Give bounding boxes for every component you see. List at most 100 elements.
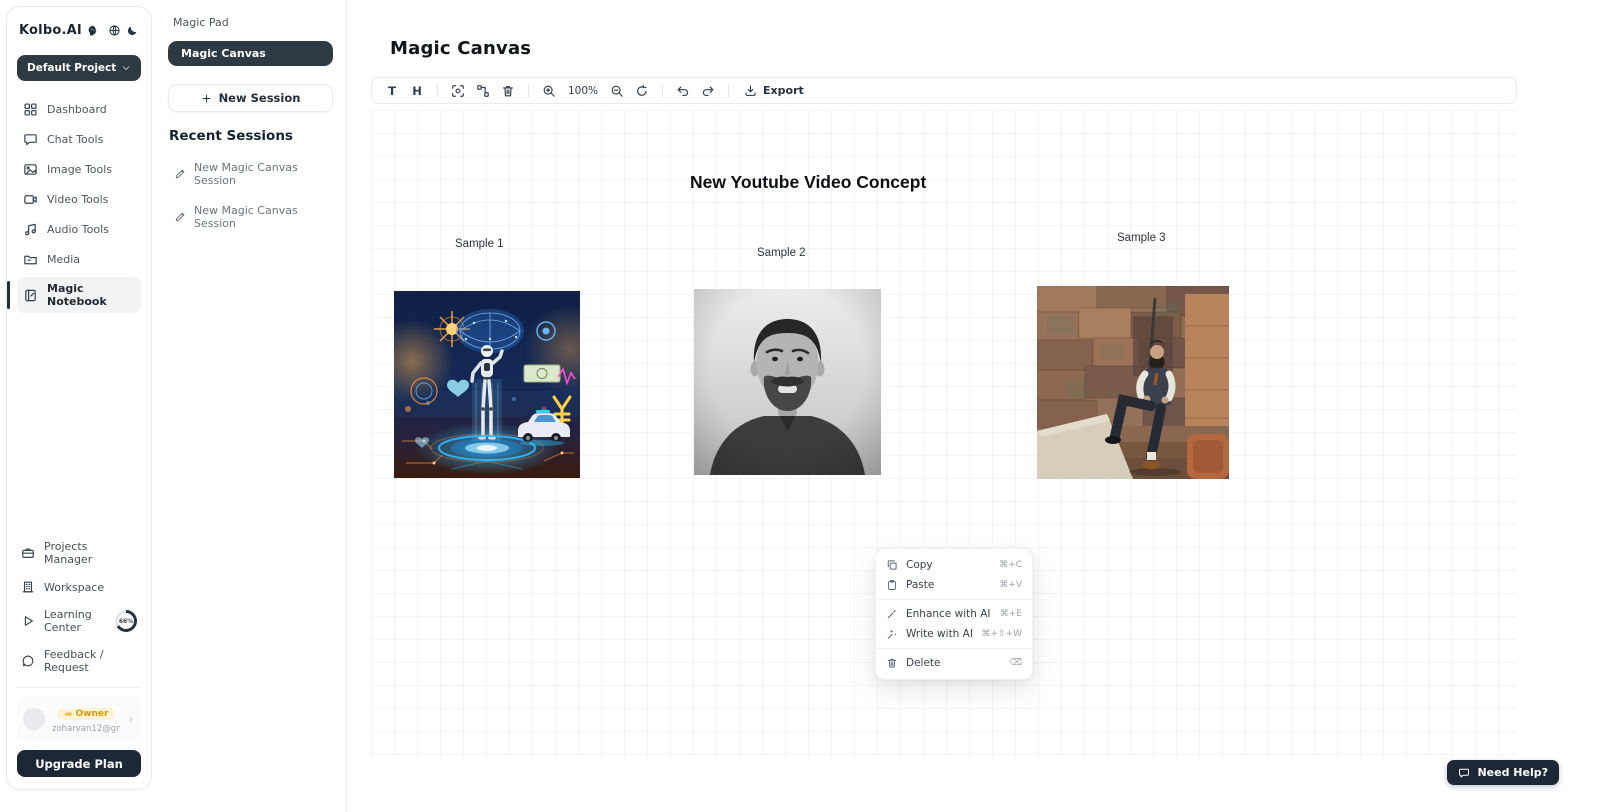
trash-icon [886,657,898,669]
magic-canvas-grid[interactable]: New Youtube Video Concept Sample 1 Sampl… [371,110,1517,758]
primary-sidebar: Kolbo.AI Default Project Dashboard Chat … [6,6,152,790]
learning-progress-value: 66% [118,613,134,629]
insert-image-button[interactable] [447,80,469,101]
menu-item-label: Copy [906,559,933,571]
sidebar-item-dashboard[interactable]: Dashboard [17,97,141,122]
learning-progress-ring: 66% [115,610,137,632]
context-menu-copy[interactable]: Copy ⌘+C [876,555,1032,575]
sidebar-item-image-tools[interactable]: Image Tools [17,157,141,182]
sidebar-item-chat-tools[interactable]: Chat Tools [17,127,141,152]
project-selector[interactable]: Default Project [17,55,141,81]
sidebar-item-learning-center[interactable]: Learning Center 66% [17,605,141,637]
recent-session-label: New Magic Canvas Session [194,161,327,187]
dashboard-icon [23,102,38,117]
sidebar-item-label: Feedback / Request [44,648,137,674]
globe-icon [108,24,121,37]
crown-icon [64,709,73,718]
project-selector-label: Default Project [27,62,116,74]
zoom-in-button[interactable] [538,80,560,101]
toolbar-separator [662,84,663,98]
magic-canvas-item[interactable]: Magic Canvas [168,41,333,66]
shortcut-label: ⌘+⇧+W [981,629,1022,639]
user-email: zoharvan12@gmail.com [52,724,120,734]
briefcase-icon [21,546,35,560]
reset-view-button[interactable] [631,80,653,101]
menu-item-label: Write with AI [906,628,973,640]
connector-tool-button[interactable] [472,80,494,101]
context-menu-delete[interactable]: Delete ⌫ [876,653,1032,673]
sidebar-item-label: Chat Tools [47,133,103,146]
sidebar-item-projects-manager[interactable]: Projects Manager [17,537,141,569]
sidebar-nav: Dashboard Chat Tools Image Tools Video T… [17,97,141,313]
shortcut-label: ⌘+E [1000,609,1022,619]
menu-divider [876,648,1032,649]
context-menu: Copy ⌘+C Paste⌘+V Enhance with AI⌘+E Writ… [875,548,1033,680]
role-badge-label: Owner [76,709,109,719]
canvas-heading[interactable]: New Youtube Video Concept [690,172,926,193]
sidebar-item-label: Workspace [44,581,104,594]
need-help-button[interactable]: Need Help? [1447,760,1559,785]
new-session-button[interactable]: New Session [168,84,333,112]
recent-session-item[interactable]: New Magic Canvas Session [168,161,333,187]
heading-tool-button[interactable]: H [406,80,428,101]
toolbar-separator [528,84,529,98]
toolbar-separator [728,84,729,98]
video-icon [23,192,38,207]
app-header: Kolbo.AI [17,21,141,39]
export-button[interactable]: Export [738,84,810,97]
menu-divider [876,599,1032,600]
sidebar-item-video-tools[interactable]: Video Tools [17,187,141,212]
avatar [23,708,45,730]
sidebar-item-label: Video Tools [47,193,108,206]
chat-icon [23,132,38,147]
page-title: Magic Canvas [390,38,531,59]
undo-button[interactable] [672,80,694,101]
sample-1-image[interactable] [394,291,580,478]
context-menu-enhance-with-ai[interactable]: Enhance with AI⌘+E [876,604,1032,624]
zoom-level: 100% [563,85,603,97]
sidebar-item-feedback-request[interactable]: Feedback / Request [17,645,141,677]
shortcut-label: ⌫ [1009,658,1022,668]
context-menu-write-with-ai[interactable]: Write with AI ⌘+⇧+W [876,624,1032,644]
sidebar-item-media[interactable]: Media [17,247,141,272]
recent-session-item[interactable]: New Magic Canvas Session [168,204,333,230]
feedback-icon [21,654,35,668]
new-session-label: New Session [219,91,301,105]
scan-image-icon [451,84,465,98]
sidebar-item-label: Learning Center [44,608,105,634]
dark-mode-button[interactable] [126,21,139,39]
sample-2-image[interactable] [694,289,881,475]
sidebar-item-label: Magic Notebook [47,282,135,308]
shortcut-label: ⌘+C [999,560,1022,570]
redo-button[interactable] [697,80,719,101]
sidebar-item-workspace[interactable]: Workspace [17,577,141,597]
magic-pad-item[interactable]: Magic Pad [168,10,333,41]
sidebar-item-label: Projects Manager [44,540,137,566]
sidebar-item-audio-tools[interactable]: Audio Tools [17,217,141,242]
zoom-in-icon [542,84,556,98]
sample-2-label[interactable]: Sample 2 [757,247,806,259]
menu-item-label: Delete [906,657,941,669]
folder-icon [23,252,38,267]
magic-canvas-label: Magic Canvas [181,47,266,60]
zoom-out-icon [610,84,624,98]
language-globe-button[interactable] [108,21,121,39]
user-card[interactable]: Owner zoharvan12@gmail.com [17,696,141,741]
help-chat-icon [1458,767,1470,779]
sidebar-item-label: Audio Tools [47,223,109,236]
zoom-out-button[interactable] [606,80,628,101]
sidebar-item-magic-notebook[interactable]: Magic Notebook [17,277,141,313]
toolbar-separator [437,84,438,98]
text-tool-button[interactable]: T [381,80,403,101]
sidebar-footer-nav: Projects Manager Workspace Learning Cent… [17,537,141,677]
sample-1-label[interactable]: Sample 1 [455,238,504,250]
connector-icon [476,84,490,98]
context-menu-paste[interactable]: Paste⌘+V [876,575,1032,595]
upgrade-plan-button[interactable]: Upgrade Plan [17,750,141,777]
rotate-icon [635,84,649,98]
recent-sessions-heading: Recent Sessions [168,128,333,144]
sample-3-image[interactable] [1037,286,1229,479]
sample-3-label[interactable]: Sample 3 [1117,232,1166,244]
ai-head-logo-icon [87,22,98,39]
delete-button[interactable] [497,80,519,101]
